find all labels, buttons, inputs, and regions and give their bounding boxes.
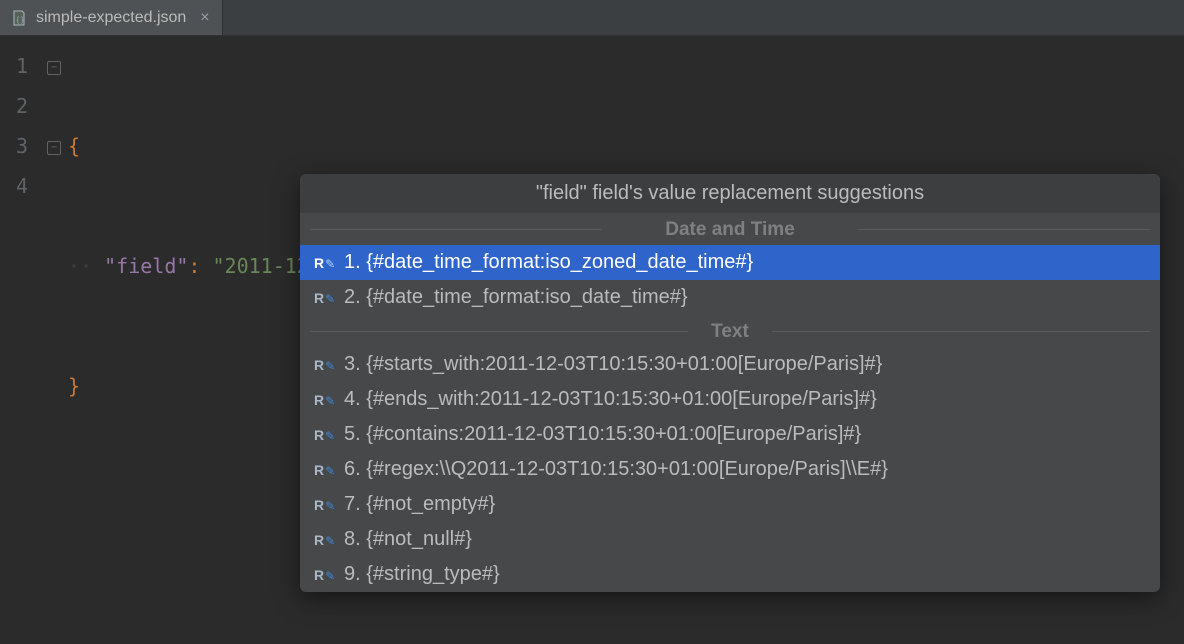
fold-open-icon[interactable]: − bbox=[47, 61, 61, 75]
line-number: 3 bbox=[0, 126, 28, 166]
suggestion-label: 1. {#date_time_format:iso_zoned_date_tim… bbox=[344, 251, 753, 274]
suggestion-label: 5. {#contains:2011-12-03T10:15:30+01:00[… bbox=[344, 423, 861, 446]
close-icon[interactable]: × bbox=[200, 9, 209, 27]
replace-icon: R✎ bbox=[314, 290, 334, 306]
suggestions-popup: "field" field's value replacement sugges… bbox=[300, 174, 1160, 592]
popup-section-header: Date and Time bbox=[300, 213, 1160, 245]
replace-icon: R✎ bbox=[314, 357, 334, 373]
suggestion-label: 6. {#regex:\\Q2011-12-03T10:15:30+01:00[… bbox=[344, 458, 888, 481]
suggestion-item[interactable]: R✎ 4. {#ends_with:2011-12-03T10:15:30+01… bbox=[300, 382, 1160, 417]
file-tab[interactable]: { } simple-expected.json × bbox=[0, 0, 223, 35]
suggestion-item[interactable]: R✎ 1. {#date_time_format:iso_zoned_date_… bbox=[300, 245, 1160, 280]
suggestion-item[interactable]: R✎ 9. {#string_type#} bbox=[300, 557, 1160, 592]
line-gutter: 1 2 3 4 bbox=[0, 36, 40, 644]
suggestion-item[interactable]: R✎ 8. {#not_null#} bbox=[300, 522, 1160, 557]
fold-close-icon[interactable]: − bbox=[47, 141, 61, 155]
popup-section-header: Text bbox=[300, 315, 1160, 347]
tab-filename: simple-expected.json bbox=[36, 9, 186, 27]
suggestion-item[interactable]: R✎ 2. {#date_time_format:iso_date_time#} bbox=[300, 280, 1160, 315]
svg-text:{ }: { } bbox=[17, 17, 24, 24]
replace-icon: R✎ bbox=[314, 392, 334, 408]
json-key: "field" bbox=[104, 254, 188, 278]
replace-icon: R✎ bbox=[314, 462, 334, 478]
popup-title: "field" field's value replacement sugges… bbox=[300, 174, 1160, 213]
suggestion-item[interactable]: R✎ 7. {#not_empty#} bbox=[300, 487, 1160, 522]
suggestion-label: 9. {#string_type#} bbox=[344, 563, 500, 586]
tab-bar: { } simple-expected.json × bbox=[0, 0, 1184, 36]
suggestion-label: 2. {#date_time_format:iso_date_time#} bbox=[344, 286, 688, 309]
json-file-icon: { } bbox=[12, 10, 28, 26]
replace-icon: R✎ bbox=[314, 427, 334, 443]
suggestion-item[interactable]: R✎ 5. {#contains:2011-12-03T10:15:30+01:… bbox=[300, 417, 1160, 452]
suggestion-label: 8. {#not_null#} bbox=[344, 528, 472, 551]
replace-icon: R✎ bbox=[314, 532, 334, 548]
suggestion-item[interactable]: R✎ 3. {#starts_with:2011-12-03T10:15:30+… bbox=[300, 347, 1160, 382]
replace-icon: R✎ bbox=[314, 497, 334, 513]
close-brace: } bbox=[68, 374, 80, 398]
replace-icon: R✎ bbox=[314, 567, 334, 583]
line-number: 1 bbox=[0, 46, 28, 86]
editor: 1 2 3 4 − − { ·· "field": "2011-12-03T10… bbox=[0, 36, 1184, 644]
suggestion-label: 3. {#starts_with:2011-12-03T10:15:30+01:… bbox=[344, 353, 882, 376]
fold-gutter: − − bbox=[40, 36, 68, 644]
line-number: 4 bbox=[0, 166, 28, 206]
suggestion-item[interactable]: R✎ 6. {#regex:\\Q2011-12-03T10:15:30+01:… bbox=[300, 452, 1160, 487]
suggestion-label: 7. {#not_empty#} bbox=[344, 493, 495, 516]
replace-icon: R✎ bbox=[314, 255, 334, 271]
open-brace: { bbox=[68, 134, 80, 158]
line-number: 2 bbox=[0, 86, 28, 126]
suggestion-label: 4. {#ends_with:2011-12-03T10:15:30+01:00… bbox=[344, 388, 877, 411]
